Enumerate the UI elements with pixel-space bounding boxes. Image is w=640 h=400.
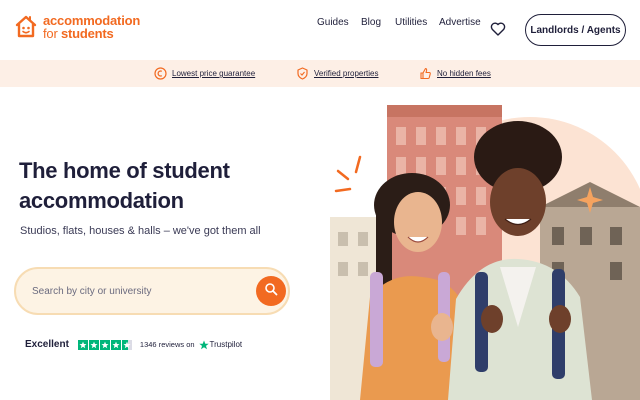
trust-item-price[interactable]: Lowest price guarantee bbox=[154, 67, 255, 80]
nav-blog[interactable]: Blog bbox=[361, 17, 381, 28]
trust-item-fees[interactable]: No hidden fees bbox=[419, 67, 491, 80]
hero-title-line2: accommodation bbox=[19, 188, 184, 213]
nav-guides[interactable]: Guides bbox=[317, 17, 349, 28]
star-icon bbox=[77, 339, 88, 350]
nav-utilities[interactable]: Utilities bbox=[395, 17, 427, 28]
nav-advertise[interactable]: Advertise bbox=[439, 17, 481, 28]
search-icon bbox=[264, 282, 278, 301]
trustpilot-brand: Trustpilot bbox=[209, 340, 243, 349]
star-icon bbox=[110, 339, 121, 350]
hero-subtitle: Studios, flats, houses & halls – we've g… bbox=[20, 225, 261, 237]
trust-label-fees: No hidden fees bbox=[437, 69, 491, 78]
thumbs-up-icon bbox=[419, 67, 432, 80]
site-header: accommodation for students Guides Blog U… bbox=[0, 0, 640, 60]
search-input[interactable] bbox=[32, 281, 252, 301]
trustpilot-logo: Trustpilot bbox=[198, 340, 243, 350]
hero-title: The home of student accommodation bbox=[19, 156, 319, 216]
site-logo[interactable]: accommodation for students bbox=[15, 14, 140, 40]
hero-title-line1: The home of student bbox=[19, 158, 230, 183]
trust-label-price: Lowest price guarantee bbox=[172, 69, 256, 78]
hero-image bbox=[330, 87, 640, 400]
star-icon bbox=[88, 339, 99, 350]
house-logo-icon bbox=[15, 14, 37, 40]
search-button[interactable] bbox=[256, 276, 286, 306]
logo-line2: for students bbox=[43, 26, 114, 41]
shield-icon bbox=[296, 67, 309, 80]
rating-label: Excellent bbox=[25, 339, 69, 350]
trust-item-verified[interactable]: Verified properties bbox=[296, 67, 378, 80]
trustpilot-star-icon bbox=[198, 340, 209, 349]
review-count: 1346 reviews on bbox=[139, 340, 195, 349]
trust-bar: Lowest price guarantee Verified properti… bbox=[0, 60, 640, 87]
star-icon bbox=[121, 339, 132, 350]
trust-label-verified: Verified properties bbox=[314, 69, 379, 78]
landlords-agents-button[interactable]: Landlords / Agents bbox=[525, 14, 626, 46]
star-icon bbox=[99, 339, 110, 350]
search-bar bbox=[14, 267, 290, 315]
trustpilot-rating[interactable]: Excellent 1346 reviews on Trustpilot bbox=[25, 339, 242, 350]
rating-stars bbox=[77, 339, 133, 350]
coin-icon bbox=[154, 67, 167, 80]
heart-icon[interactable] bbox=[490, 21, 506, 37]
